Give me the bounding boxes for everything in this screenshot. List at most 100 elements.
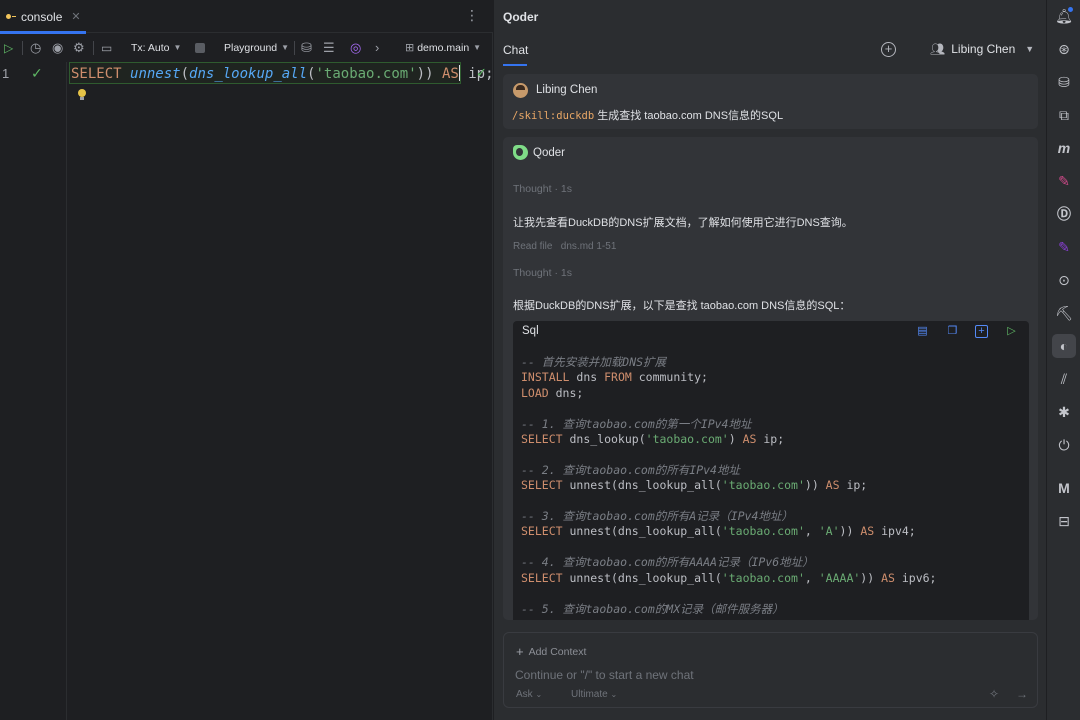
commit-button[interactable] — [195, 34, 205, 61]
ai-button[interactable]: ◎ — [350, 34, 361, 61]
database-icon: ⛁ — [301, 39, 312, 55]
avatar — [513, 83, 528, 98]
bell-icon[interactable]: 🔔︎ — [1055, 7, 1073, 25]
code-language-label: Sql — [522, 325, 539, 337]
lightbulb-icon[interactable] — [78, 89, 86, 100]
code-content[interactable]: -- 首先安装并加载DNS扩展 INSTALL dns FROM communit… — [521, 355, 936, 617]
close-icon[interactable]: ✕ — [71, 10, 80, 23]
plus-icon: + — [516, 644, 524, 659]
purple-icon[interactable]: ✎ — [1055, 238, 1073, 256]
editor-gutter: 1 ✓ — [0, 62, 66, 720]
code-area[interactable]: SELECT unnest(dns_lookup_all('taobao.com… — [66, 62, 494, 720]
schema-dropdown[interactable]: Playground ▼ — [224, 34, 289, 61]
toolbox-icon[interactable]: ⊟ — [1055, 512, 1073, 530]
run-code-icon[interactable]: ▷ — [1005, 325, 1018, 338]
chevron-right-icon: › — [375, 40, 380, 55]
console-icon — [6, 12, 16, 21]
qoder-icon[interactable]: ◐ — [1052, 334, 1076, 358]
tab-console[interactable]: console ✕ — [0, 0, 86, 34]
editor-tab-bar: console ✕ ⋮ — [0, 0, 493, 34]
gear-icon: ⚙ — [73, 39, 85, 55]
table-edit-icon: ☰ — [323, 39, 335, 55]
editor-toolbar: ▷ ◷ ◉ ⚙ ▭ Tx: Auto ▼ Playground ▼ ⛁ ☰ ◎ … — [0, 34, 493, 61]
schema-label: Playground — [224, 41, 278, 54]
gmail-icon[interactable]: M — [1055, 479, 1073, 497]
message-text: /skill:duckdb 生成查找 taobao.com DNS信息的SQL — [512, 110, 784, 122]
tx-mode-dropdown[interactable]: Tx: Auto ▼ — [131, 34, 181, 61]
toolbar-divider — [294, 41, 295, 55]
sql-editor: console ✕ ⋮ ▷ ◷ ◉ ⚙ ▭ Tx: Auto ▼ Playgro… — [0, 0, 494, 720]
insert-code-icon[interactable]: ▤ — [916, 325, 929, 338]
model-dropdown[interactable]: Ultimate ⌄ — [571, 689, 617, 700]
chart-icon[interactable]: ⫽ — [1055, 370, 1073, 388]
people-icon: 👥︎ — [930, 42, 946, 56]
sparkle-icon[interactable]: ✧ — [989, 687, 999, 701]
more-vertical-icon[interactable]: ⋮ — [465, 8, 479, 22]
tx-mode-label: Tx: Auto — [131, 41, 170, 54]
plug-icon[interactable]: ⏻ — [1055, 436, 1073, 454]
brush-icon[interactable]: ⛏ — [1055, 304, 1073, 322]
database-label: demo.main — [417, 41, 470, 54]
copy-icon[interactable]: ❐ — [946, 325, 959, 338]
chevron-down-icon: ⌄ — [610, 690, 618, 699]
bug-icon[interactable]: ✱ — [1055, 403, 1073, 421]
code-line: SELECT unnest(dns_lookup_all('taobao.com… — [521, 524, 916, 539]
toolbar-divider — [93, 41, 94, 55]
thought-indicator[interactable]: Thought · 1s — [513, 183, 572, 195]
add-context-button[interactable]: + Add Context — [516, 644, 586, 659]
message-paragraph: 根据DuckDB的DNS扩展，以下是查找 taobao.com DNS信息的SQ… — [513, 300, 851, 312]
m-icon[interactable]: m — [1055, 139, 1073, 157]
tab-console-label: console — [21, 9, 63, 24]
read-file-indicator[interactable]: Read file dns.md 1-51 — [513, 241, 616, 252]
schema-icon: ⊞ — [405, 42, 415, 54]
add-context-label: Add Context — [528, 645, 587, 658]
settings-button[interactable]: ⚙ — [73, 34, 85, 61]
message-author: Qoder — [533, 147, 565, 159]
layout-button[interactable]: ▭ — [101, 34, 112, 61]
send-arrow-icon[interactable]: → — [1016, 687, 1028, 701]
database-selector[interactable]: ⊞ demo.main ▼ — [405, 34, 481, 61]
database-icon[interactable]: ⛁ — [1055, 73, 1073, 91]
new-file-plus-icon[interactable]: + — [975, 325, 988, 338]
chat-input-placeholder[interactable]: Continue or "/" to start a new chat — [515, 668, 694, 682]
check-icon: ✓ — [31, 65, 43, 81]
code-line: -- 2. 查询taobao.com的所有IPv4地址 — [521, 462, 740, 477]
notification-badge — [1068, 7, 1073, 12]
tab-chat[interactable]: Chat — [503, 43, 528, 57]
code-line: -- 3. 查询taobao.com的所有A记录（IPv4地址） — [521, 509, 793, 524]
new-chat-plus-icon[interactable]: + — [881, 42, 896, 57]
user-switcher[interactable]: 👥︎ Libing Chen ▼ — [930, 42, 1034, 56]
assistant-message: Qoder Thought · 1s 让我先查看DuckDB的DNS扩展文档，了… — [503, 137, 1038, 620]
code-line: -- 首先安装并加载DNS扩展 — [521, 355, 667, 369]
run-icon: ▷ — [4, 40, 14, 55]
chat-input-box[interactable]: + Add Context Continue or "/" to start a… — [503, 632, 1038, 708]
d-icon[interactable]: Ⓓ — [1055, 205, 1073, 223]
stop-square-icon — [195, 42, 205, 53]
run-button[interactable]: ▷ — [4, 34, 13, 61]
qoder-logo-icon — [513, 145, 528, 160]
code-block: Sql ▤ ❐ + ▷ -- 首先安装并加载DNS扩展 INSTALL dns F… — [513, 321, 1029, 620]
ai-assistant-icon[interactable]: ⊛ — [1055, 40, 1073, 58]
history-icon: ◷ — [30, 39, 42, 55]
plugin-icon[interactable]: ✎ — [1055, 172, 1073, 190]
current-user-name: Libing Chen — [951, 42, 1016, 56]
table-button[interactable]: ☰ — [323, 34, 335, 61]
database-button[interactable]: ⛁ — [301, 34, 312, 61]
code-line: -- 4. 查询taobao.com的所有AAAA记录（IPv6地址） — [521, 555, 814, 570]
skill-tag: /skill:duckdb — [512, 110, 595, 122]
thought-indicator[interactable]: Thought · 1s — [513, 267, 572, 279]
expand-button[interactable]: › — [375, 34, 379, 61]
stop-button[interactable]: ◉ — [52, 34, 63, 61]
sync-icon[interactable]: ⊙ — [1055, 271, 1073, 289]
stop-circle-icon: ◉ — [52, 39, 64, 55]
history-button[interactable]: ◷ — [30, 34, 41, 61]
toolbar-divider — [22, 41, 23, 55]
chat-panel: Qoder Chat + 👥︎ Libing Chen ▼ Libing Che… — [494, 0, 1046, 720]
structure-icon[interactable]: ⧉ — [1055, 106, 1073, 124]
query-text[interactable]: SELECT unnest(dns_lookup_all('taobao.com… — [71, 65, 494, 82]
mode-dropdown[interactable]: Ask ⌄ — [516, 689, 542, 700]
